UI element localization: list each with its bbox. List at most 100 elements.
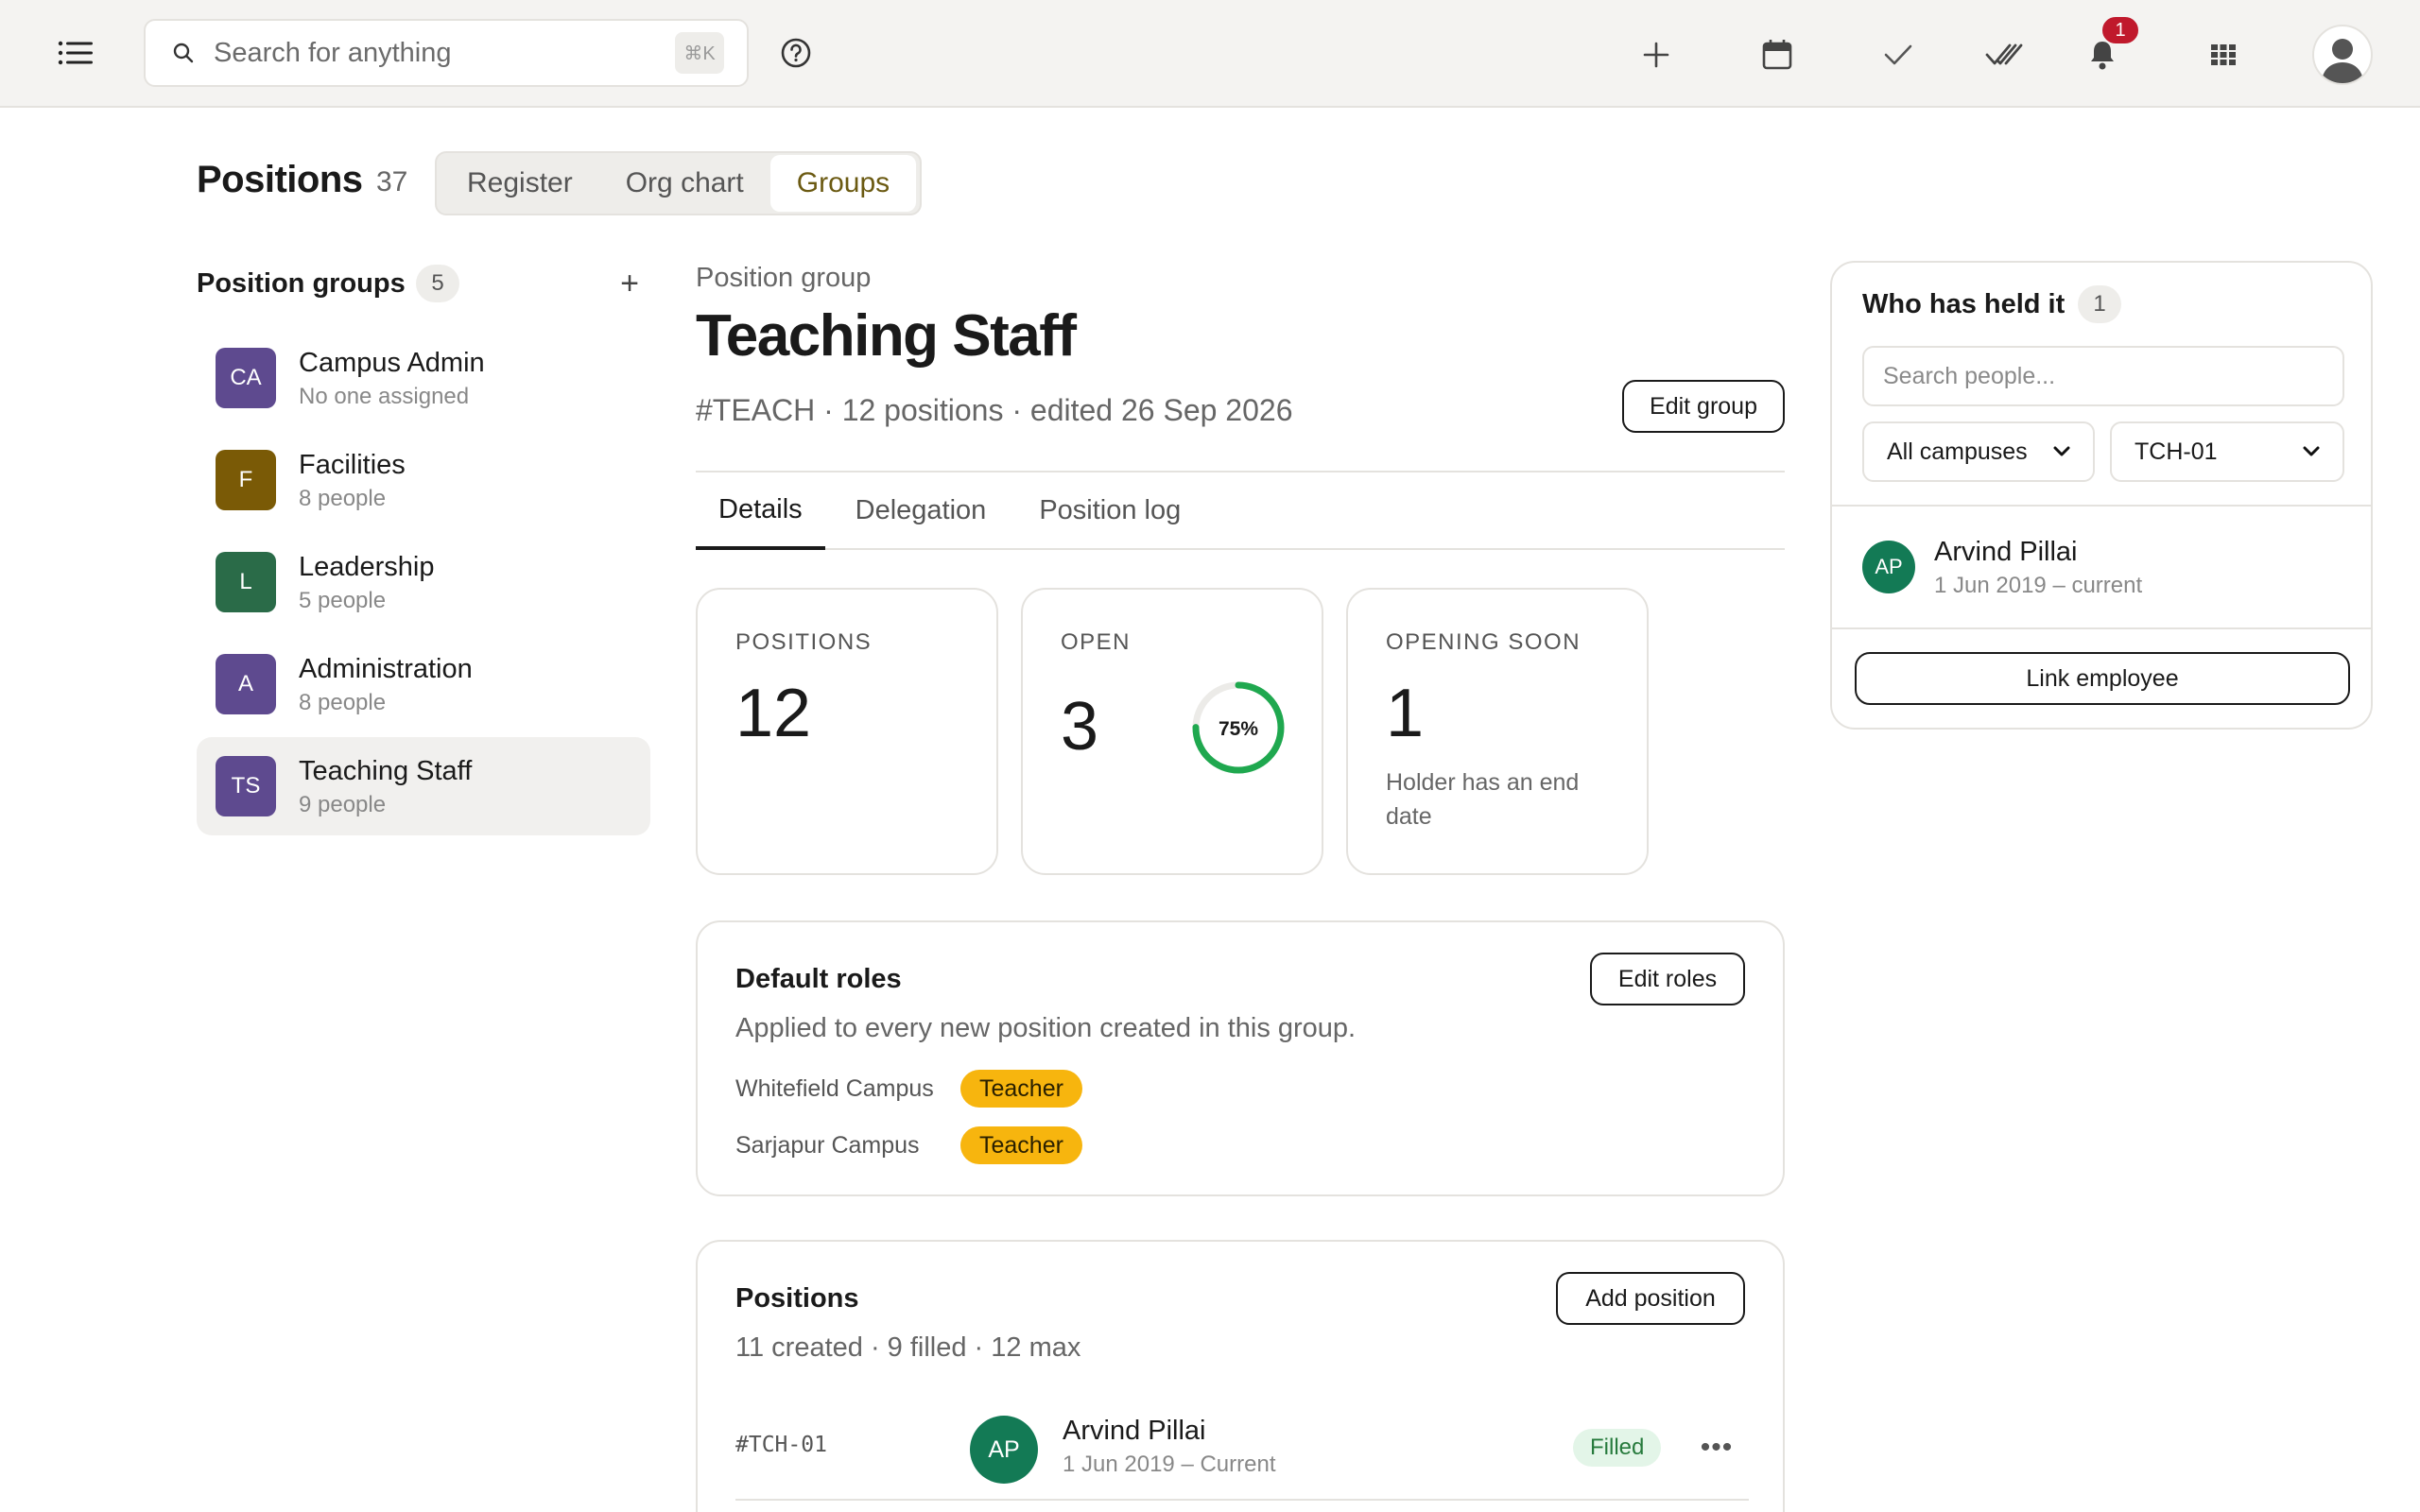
page-count: 37 (376, 166, 408, 198)
open-progress-ring: 75% (1192, 681, 1285, 774)
link-employee-button[interactable]: Link employee (1855, 652, 2350, 705)
user-avatar-icon[interactable] (2312, 25, 2373, 85)
role-chip[interactable]: Teacher (960, 1126, 1082, 1164)
group-name: Campus Admin (299, 348, 485, 378)
panel-count: 1 (2078, 285, 2121, 323)
stat-note: Holder has an end date (1386, 769, 1580, 830)
role-chip[interactable]: Teacher (960, 1070, 1082, 1108)
tab-groups[interactable]: Groups (769, 155, 917, 212)
view-tabs: Register Org chart Groups (435, 151, 923, 215)
group-name: Administration (299, 654, 473, 684)
card-heading: Positions (735, 1283, 859, 1314)
campus-select-value: All campuses (1887, 438, 2028, 465)
positions-summary: 11 created · 9 filled · 12 max (735, 1332, 1081, 1363)
more-options-icon[interactable]: ••• (1696, 1427, 1737, 1469)
chevron-down-icon (2303, 446, 2320, 456)
divider (1832, 627, 2371, 629)
tab-position-log[interactable]: Position log (1009, 472, 1203, 548)
group-subtitle: 9 people (299, 792, 387, 817)
stat-opening-soon: OPENING SOON 1 Holder has an end date (1346, 588, 1649, 875)
holder-name[interactable]: Arvind Pillai (1063, 1416, 1206, 1447)
chevron-down-icon (2053, 446, 2070, 456)
group-meta: #TEACH · 12 positions · edited 26 Sep 20… (696, 393, 1293, 427)
holder-dates: 1 Jun 2019 – current (1934, 573, 2143, 598)
tab-delegation[interactable]: Delegation (825, 472, 1010, 548)
double-check-icon[interactable] (1983, 34, 2025, 76)
stat-open: OPEN 3 75% (1021, 588, 1323, 875)
card-heading: Default roles (735, 964, 902, 994)
group-title: Teaching Staff (696, 303, 1077, 369)
top-bar: ⌘K 1 (0, 0, 2420, 108)
shortcut-hint: ⌘K (675, 32, 724, 74)
search-input[interactable] (214, 37, 648, 69)
breadcrumb: Position group (696, 263, 872, 293)
holder-avatar: AP (970, 1416, 1038, 1484)
role-row: Sarjapur Campus Teacher (735, 1126, 1082, 1164)
stat-value: 1 (1386, 676, 1425, 751)
stat-value: 3 (1061, 689, 1099, 765)
group-subtitle: 8 people (299, 690, 387, 715)
ring-label: 75% (1219, 718, 1258, 740)
table-row[interactable]: #TCH-01 AP Arvind Pillai 1 Jun 2019 – Cu… (735, 1402, 1749, 1501)
position-select-value: TCH-01 (2135, 438, 2218, 465)
calendar-icon[interactable] (1756, 34, 1798, 76)
positions-card: Positions Add position 11 created · 9 fi… (696, 1240, 1785, 1512)
global-search[interactable]: ⌘K (144, 19, 749, 87)
check-icon[interactable] (1877, 34, 1919, 76)
holder-name[interactable]: Arvind Pillai (1934, 537, 2078, 568)
group-item-administration[interactable]: A Administration 8 people (197, 635, 650, 733)
default-roles-card: Default roles Edit roles Applied to ever… (696, 920, 1785, 1196)
panel-heading: Who has held it (1862, 289, 2066, 319)
group-name: Facilities (299, 450, 406, 480)
tab-register[interactable]: Register (441, 155, 599, 212)
holders-panel: Who has held it 1 All campuses TCH-01 AP… (1830, 261, 2373, 730)
stat-positions: POSITIONS 12 (696, 588, 998, 875)
group-avatar: CA (216, 348, 276, 408)
role-campus: Whitefield Campus (735, 1074, 934, 1102)
group-avatar: L (216, 552, 276, 612)
tab-org-chart[interactable]: Org chart (599, 155, 770, 212)
groups-heading: Position groups (197, 268, 406, 299)
notification-badge: 1 (2100, 15, 2140, 45)
group-item-leadership[interactable]: L Leadership 5 people (197, 533, 650, 631)
stat-label: OPENING SOON (1386, 629, 1582, 655)
plus-icon[interactable] (1635, 34, 1677, 76)
edit-roles-button[interactable]: Edit roles (1590, 953, 1745, 1005)
holder-dates: 1 Jun 2019 – Current (1063, 1452, 1276, 1477)
position-select[interactable]: TCH-01 (2110, 421, 2344, 482)
group-subtitle: No one assigned (299, 384, 470, 409)
group-item-facilities[interactable]: F Facilities 8 people (197, 431, 650, 529)
campus-select[interactable]: All campuses (1862, 421, 2095, 482)
group-name: Leadership (299, 552, 435, 582)
groups-count: 5 (416, 265, 459, 302)
stat-label: OPEN (1061, 629, 1132, 655)
detail-tabs: Details Delegation Position log (696, 472, 1785, 550)
divider (1832, 505, 2371, 507)
holder-avatar: AP (1862, 541, 1915, 593)
add-group-button[interactable]: + (611, 265, 648, 302)
add-position-button[interactable]: Add position (1556, 1272, 1745, 1325)
group-subtitle: 5 people (299, 588, 387, 613)
edit-group-button[interactable]: Edit group (1622, 380, 1785, 433)
group-subtitle: 8 people (299, 486, 387, 511)
position-code: #TCH-01 (735, 1433, 827, 1457)
menu-icon[interactable] (53, 34, 98, 72)
stat-label: POSITIONS (735, 629, 873, 655)
help-icon[interactable] (779, 36, 817, 74)
role-campus: Sarjapur Campus (735, 1131, 920, 1159)
page-title: Positions (197, 159, 363, 200)
group-item-teaching-staff[interactable]: TS Teaching Staff 9 people (197, 737, 650, 835)
tab-details[interactable]: Details (696, 472, 825, 550)
card-description: Applied to every new position created in… (735, 1013, 1357, 1043)
group-avatar: TS (216, 756, 276, 816)
group-name: Teaching Staff (299, 756, 473, 786)
stat-value: 12 (735, 676, 812, 751)
group-avatar: A (216, 654, 276, 714)
group-avatar: F (216, 450, 276, 510)
apps-grid-icon[interactable] (2203, 34, 2244, 76)
group-item-campus-admin[interactable]: CA Campus Admin No one assigned (197, 329, 650, 427)
role-row: Whitefield Campus Teacher (735, 1070, 1082, 1108)
search-icon (172, 40, 199, 66)
people-search-input[interactable] (1862, 346, 2344, 406)
status-badge: Filled (1573, 1429, 1662, 1467)
